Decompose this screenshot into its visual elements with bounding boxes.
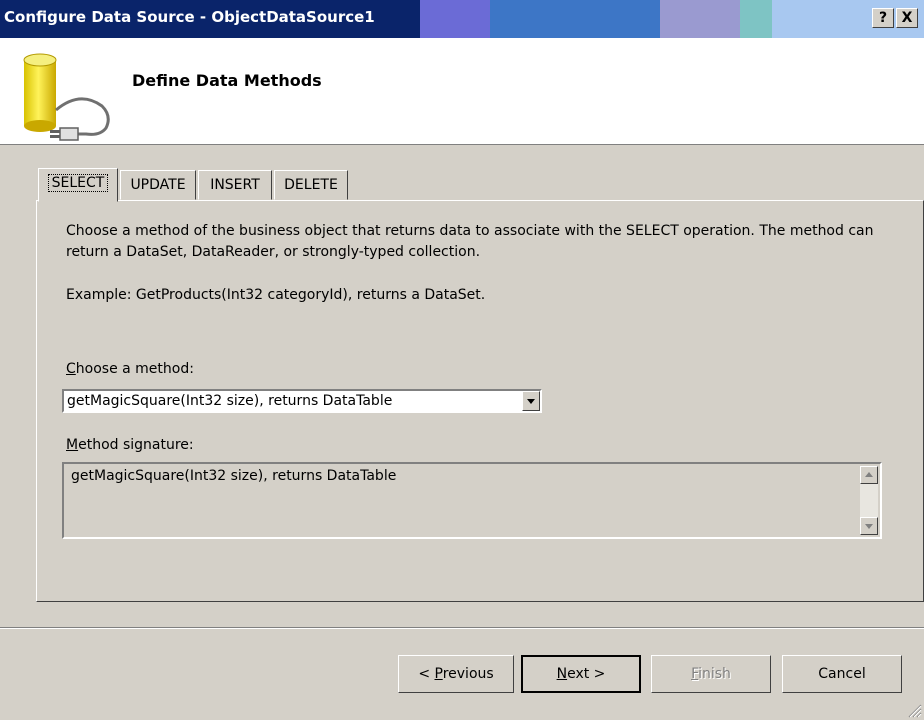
choose-method-label: Choose a method: bbox=[66, 361, 194, 377]
help-button[interactable]: ? bbox=[872, 8, 894, 28]
footer-separator bbox=[0, 627, 924, 629]
previous-button[interactable]: < Previous bbox=[398, 655, 514, 693]
tab-update[interactable]: UPDATE bbox=[120, 170, 196, 200]
finish-button[interactable]: Finish bbox=[651, 655, 771, 693]
tab-delete-label: DELETE bbox=[284, 177, 338, 193]
title-bar[interactable]: Configure Data Source - ObjectDataSource… bbox=[0, 0, 924, 38]
method-signature-text: getMagicSquare(Int32 size), returns Data… bbox=[71, 468, 397, 484]
method-signature-box[interactable]: getMagicSquare(Int32 size), returns Data… bbox=[62, 462, 882, 539]
database-plug-icon bbox=[23, 53, 110, 141]
wizard-header: Define Data Methods bbox=[0, 38, 924, 145]
method-example: Example: GetProducts(Int32 categoryId), … bbox=[66, 287, 486, 303]
scrollbar-track[interactable] bbox=[860, 484, 878, 517]
tab-select[interactable]: SELECT bbox=[38, 168, 118, 202]
scroll-up-icon[interactable] bbox=[860, 466, 878, 484]
method-dropdown-value: getMagicSquare(Int32 size), returns Data… bbox=[67, 393, 393, 409]
dropdown-arrow-icon[interactable] bbox=[522, 391, 540, 411]
tab-insert-label: INSERT bbox=[210, 177, 260, 193]
window-title: Configure Data Source - ObjectDataSource… bbox=[4, 8, 375, 26]
cancel-button[interactable]: Cancel bbox=[782, 655, 902, 693]
scroll-down-icon[interactable] bbox=[860, 517, 878, 535]
close-button[interactable]: X bbox=[896, 8, 918, 28]
select-tab-panel: Choose a method of the business object t… bbox=[36, 200, 924, 602]
method-dropdown[interactable]: getMagicSquare(Int32 size), returns Data… bbox=[62, 389, 542, 413]
method-description: Choose a method of the business object t… bbox=[66, 223, 874, 260]
method-signature-label: Method signature: bbox=[66, 437, 194, 453]
next-button[interactable]: Next > bbox=[521, 655, 641, 693]
tab-select-label: SELECT bbox=[47, 174, 109, 192]
tab-delete[interactable]: DELETE bbox=[274, 170, 348, 200]
page-title: Define Data Methods bbox=[132, 71, 322, 90]
tab-update-label: UPDATE bbox=[130, 177, 186, 193]
tab-insert[interactable]: INSERT bbox=[198, 170, 272, 200]
resize-grip-icon[interactable] bbox=[906, 702, 922, 718]
